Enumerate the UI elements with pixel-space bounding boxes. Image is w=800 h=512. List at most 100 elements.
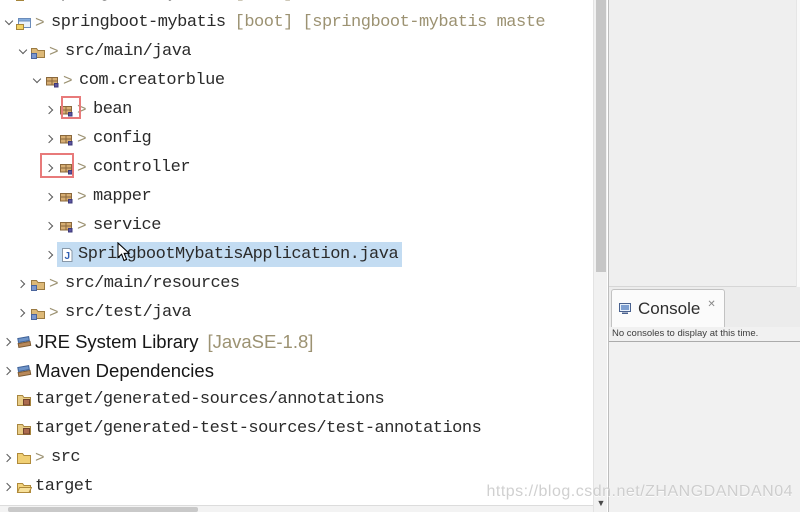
chevron-collapsed-icon[interactable] (44, 223, 57, 229)
tree-item-src-test-java[interactable]: >src/test/java (0, 298, 593, 327)
selection-highlight: JSpringbootMybatisApplication.java (57, 242, 402, 267)
tree-item-label: service (93, 216, 161, 235)
tab-console[interactable]: Console ✕ (611, 289, 725, 327)
git-decorator: > (49, 304, 62, 322)
tree-item-springbootmybatisapplication-java[interactable]: JSpringbootMybatisApplication.java (0, 240, 593, 269)
tree-item-label: bean (93, 100, 132, 119)
library-icon (16, 334, 32, 350)
tree-item-label: target/generated-test-sources/test-annot… (35, 419, 481, 438)
folder-package-icon (16, 392, 32, 408)
git-decorator: > (35, 449, 48, 467)
git-decorator: > (49, 43, 62, 61)
tree-item-src-main-java[interactable]: >src/main/java (0, 37, 593, 66)
tree-item-service[interactable]: >service (0, 211, 593, 240)
console-icon (618, 302, 633, 316)
close-icon[interactable]: ✕ (707, 299, 715, 310)
chevron-collapsed-icon[interactable] (44, 194, 57, 200)
chevron-collapsed-icon[interactable] (44, 252, 57, 258)
svg-text:J: J (65, 251, 71, 262)
chevron-expanded-icon[interactable] (16, 50, 29, 53)
package-icon (58, 218, 74, 234)
git-decorator: > (35, 14, 48, 32)
tree-item-jre-system-library[interactable]: JRE System Library [JavaSE-1.8] (0, 327, 593, 356)
git-decorator: > (49, 275, 62, 293)
tree-item-label: target/generated-sources/annotations (35, 390, 384, 409)
mouse-cursor (117, 242, 131, 267)
horizontal-scrollbar-thumb[interactable] (8, 507, 198, 512)
tree-item-target-generated-test-sources-test-annotations[interactable]: target/generated-test-sources/test-annot… (0, 414, 593, 443)
git-decorator: > (77, 217, 90, 235)
library-icon (16, 363, 32, 379)
tree-item-springboot-mybatis[interactable]: >springboot-mybatis [boot] [springboot-my… (0, 8, 593, 37)
tree-item-controller[interactable]: >controller (0, 153, 593, 182)
tree-item-mapper[interactable]: >mapper (0, 182, 593, 211)
tree-rows: >springboot-mybatis[boot] [springboot-my… (0, 8, 593, 505)
tree-item-label: springboot-mybatis (51, 0, 226, 3)
package-icon (58, 131, 74, 147)
editor-area (609, 0, 800, 287)
console-separator (609, 341, 800, 342)
package-icon (44, 73, 60, 89)
source-folder-icon (30, 44, 46, 60)
chevron-collapsed-icon[interactable] (16, 310, 29, 316)
package-icon (58, 189, 74, 205)
tree-item-label: Maven Dependencies (35, 360, 214, 382)
tree-item-label: springboot-mybatis (51, 13, 226, 32)
label-decoration: [JavaSE-1.8] (207, 331, 313, 353)
tree-item-maven-dependencies[interactable]: Maven Dependencies (0, 356, 593, 385)
tree-item-src[interactable]: >src (0, 443, 593, 472)
git-decorator: > (35, 0, 48, 3)
folder-open-icon (16, 479, 32, 495)
tree-item-label: config (93, 129, 151, 148)
label-decoration: [boot] (235, 0, 293, 3)
tree-item-partial-top[interactable]: > springboot-mybatis [boot] (0, 0, 593, 8)
folder-icon (16, 450, 32, 466)
console-tab-bar: Console ✕ (609, 287, 800, 327)
git-decorator: > (77, 159, 90, 177)
vertical-scrollbar-thumb[interactable] (596, 0, 606, 272)
git-decorator: > (63, 72, 76, 90)
package-explorer: > springboot-mybatis [boot] >springboot-… (0, 0, 593, 505)
tree-item-label: JRE System Library (35, 331, 198, 353)
tree-item-config[interactable]: >config (0, 124, 593, 153)
chevron-collapsed-icon[interactable] (44, 136, 57, 142)
project-icon (16, 0, 32, 2)
horizontal-scrollbar[interactable] (0, 505, 593, 512)
tree-item-label: target (35, 477, 93, 496)
tree-item-label: src (51, 448, 80, 467)
tree-item-label: com.creatorblue (79, 71, 225, 90)
chevron-collapsed-icon[interactable] (2, 368, 15, 374)
label-decoration: [boot] [springboot-mybatis maste (235, 13, 545, 32)
tree-item-target-generated-sources-annotations[interactable]: target/generated-sources/annotations (0, 385, 593, 414)
tree-item-label: src/main/resources (65, 274, 240, 293)
chevron-collapsed-icon[interactable] (44, 107, 57, 113)
source-folder-icon (30, 276, 46, 292)
chevron-collapsed-icon[interactable] (2, 455, 15, 461)
tree-item-com-creatorblue[interactable]: >com.creatorblue (0, 66, 593, 95)
annotation-box-bean-decorator (61, 96, 81, 119)
right-panel: Console ✕ No consoles to display at this… (608, 0, 800, 512)
chevron-expanded-icon[interactable] (30, 79, 43, 82)
chevron-expanded-icon[interactable] (2, 21, 15, 24)
tree-item-label: controller (93, 158, 190, 177)
folder-package-icon (16, 421, 32, 437)
chevron-collapsed-icon[interactable] (16, 281, 29, 287)
console-empty-message: No consoles to display at this time. (612, 328, 758, 339)
tree-item-label: mapper (93, 187, 151, 206)
project-icon (16, 15, 32, 31)
chevron-collapsed-icon[interactable] (2, 339, 15, 345)
tree-item-src-main-resources[interactable]: >src/main/resources (0, 269, 593, 298)
chevron-collapsed-icon[interactable] (2, 484, 15, 490)
tree-item-label: src/main/java (65, 42, 191, 61)
tree-item-label: src/test/java (65, 303, 191, 322)
tree-item-bean[interactable]: >bean (0, 95, 593, 124)
java-file-icon: J (59, 247, 75, 263)
editor-scrollbar[interactable] (796, 0, 800, 287)
git-decorator: > (77, 130, 90, 148)
watermark: https://blog.csdn.net/ZHANGDANDAN04 (486, 483, 793, 501)
git-decorator: > (77, 188, 90, 206)
annotation-box-controller-icon (40, 153, 74, 178)
console-tab-label: Console (638, 299, 700, 319)
source-folder-icon (30, 305, 46, 321)
vertical-scrollbar[interactable]: ▼ (593, 0, 607, 512)
